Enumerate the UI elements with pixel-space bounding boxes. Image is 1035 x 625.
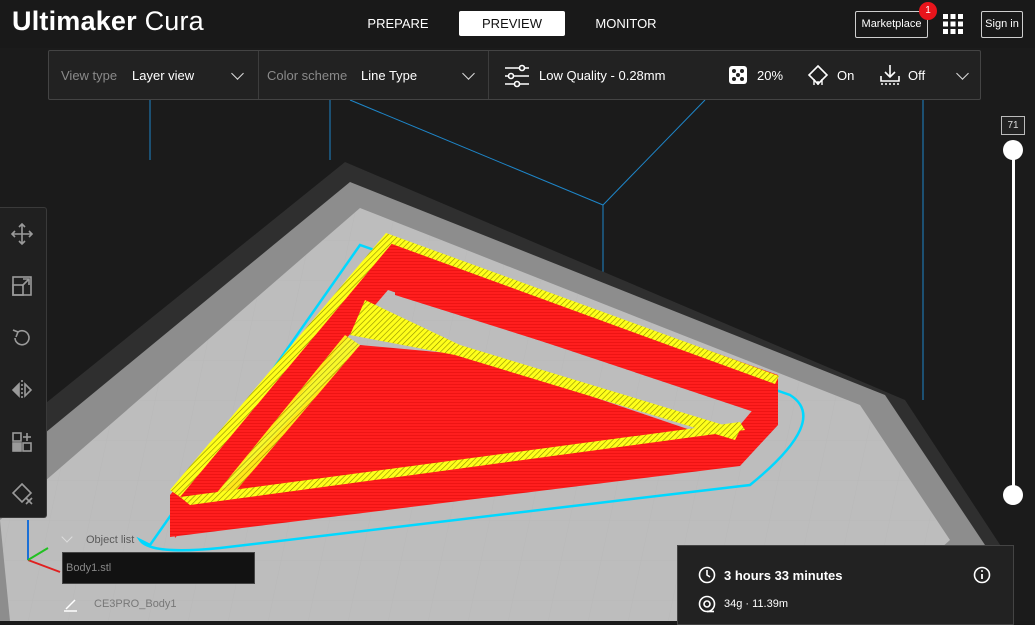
logo-bold-text: Ultimaker [12, 6, 137, 36]
move-icon[interactable] [10, 222, 34, 246]
rotate-icon[interactable] [10, 326, 34, 350]
pencil-icon[interactable] [63, 597, 78, 612]
color-scheme-dropdown[interactable]: Color scheme Line Type [259, 51, 489, 99]
layer-number-field[interactable]: 71 [1001, 116, 1025, 135]
layer-slider-track[interactable] [1012, 150, 1015, 495]
object-list-toggle[interactable]: Object list [86, 534, 134, 546]
chevron-down-icon [231, 67, 244, 80]
adhesion-value: Off [908, 67, 926, 83]
job-name-field[interactable]: CE3PRO_Body1 [94, 598, 177, 610]
layer-slider-top-handle[interactable] [1003, 140, 1023, 160]
stage-tabs: PREPARE PREVIEW MONITOR [345, 11, 687, 36]
apps-grid-icon[interactable] [943, 14, 963, 34]
quality-profile-text: Low Quality - 0.28mm [539, 67, 666, 83]
top-bar: Ultimaker Cura PREPARE PREVIEW MONITOR M… [0, 0, 1035, 48]
object-list-item[interactable]: Body1.stl [62, 552, 255, 584]
view-type-value: Layer view [132, 67, 195, 83]
color-scheme-value: Line Type [361, 67, 418, 83]
sign-in-button[interactable]: Sign in [981, 11, 1023, 38]
tab-preview[interactable]: PREVIEW [459, 11, 565, 36]
support-icon [807, 64, 829, 86]
print-information-panel: 3 hours 33 minutes 34g · 11.39m [677, 545, 1014, 625]
view-type-dropdown[interactable]: View type Layer view [49, 51, 259, 99]
sliders-icon [505, 64, 529, 88]
marketplace-badge: 1 [919, 2, 937, 20]
logo-light-text: Cura [144, 6, 204, 36]
mirror-icon[interactable] [10, 378, 34, 402]
tool-panel [0, 207, 47, 518]
preview-settings-bar: View type Layer view Color scheme Line T… [48, 50, 981, 100]
print-time-text: 3 hours 33 minutes [724, 568, 843, 583]
tab-monitor[interactable]: MONITOR [573, 11, 679, 36]
info-icon[interactable] [973, 566, 991, 584]
scale-icon[interactable] [10, 274, 34, 298]
infill-icon [729, 66, 747, 84]
chevron-down-icon [462, 67, 475, 80]
adhesion-icon [880, 65, 900, 85]
material-usage-text: 34g · 11.39m [724, 598, 789, 610]
tab-prepare[interactable]: PREPARE [345, 11, 451, 36]
color-scheme-label: Color scheme [267, 67, 348, 83]
support-blocker-icon[interactable] [10, 482, 34, 506]
support-value: On [837, 67, 855, 83]
spool-icon [698, 595, 716, 613]
per-model-settings-icon[interactable] [10, 430, 34, 454]
chevron-down-icon [956, 67, 969, 80]
layer-slider-bottom-handle[interactable] [1003, 485, 1023, 505]
infill-value: 20% [757, 67, 784, 83]
print-settings-summary[interactable]: Low Quality - 0.28mm 20% On Off [489, 51, 980, 99]
app-logo: Ultimaker Cura [12, 6, 204, 37]
clock-icon [698, 566, 716, 584]
view-type-label: View type [61, 67, 118, 83]
marketplace-button[interactable]: Marketplace [855, 11, 928, 38]
